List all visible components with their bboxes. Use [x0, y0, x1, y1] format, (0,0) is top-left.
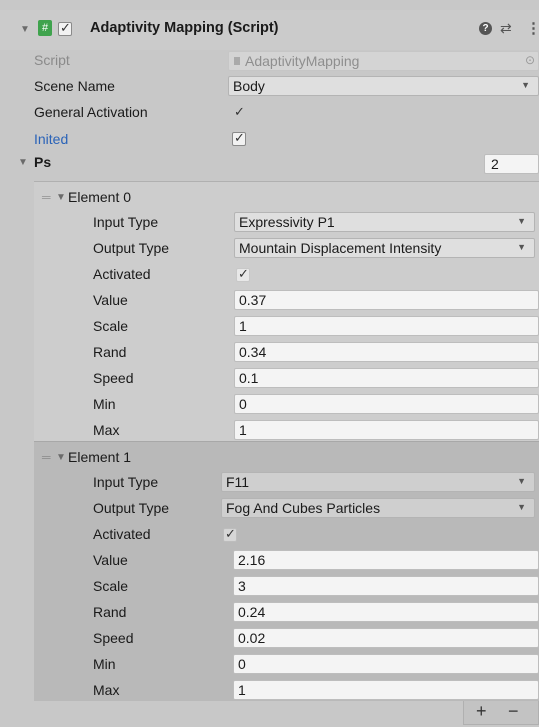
speed-field[interactable]: 0.1	[234, 368, 539, 388]
activated-label: Activated	[93, 266, 151, 282]
script-label: Script	[34, 52, 70, 68]
menu-kebab-icon[interactable]: ⋮	[526, 19, 539, 37]
drag-handle-icon[interactable]: ═	[42, 190, 51, 204]
speed-label: Speed	[93, 630, 134, 646]
input-type-dropdown[interactable]: F11 ▼	[221, 472, 535, 492]
min-field[interactable]: 0	[233, 654, 539, 674]
element-1-block: ═ ▼ Element 1 Input Type F11 ▼ Output Ty…	[34, 441, 539, 702]
activated-checkbox[interactable]: ✓	[223, 526, 237, 542]
component-enabled-checkbox[interactable]: ✓	[58, 20, 72, 36]
drag-handle-icon[interactable]: ═	[42, 450, 51, 464]
input-type-label: Input Type	[93, 474, 159, 490]
scale-field[interactable]: 3	[233, 576, 539, 596]
dropdown-arrow-icon: ▼	[517, 476, 526, 486]
rand-field[interactable]: 0.34	[234, 342, 539, 362]
max-label: Max	[93, 682, 120, 698]
rand-label: Rand	[93, 344, 127, 360]
element-1-header: Element 1	[68, 449, 132, 465]
input-type-label: Input Type	[93, 214, 159, 230]
add-element-button[interactable]: +	[476, 701, 487, 722]
rand-field[interactable]: 0.24	[233, 602, 539, 622]
max-label: Max	[93, 422, 120, 438]
speed-field[interactable]: 0.02	[233, 628, 539, 648]
output-type-dropdown[interactable]: Mountain Displacement Intensity ▼	[234, 238, 535, 258]
input-type-dropdown[interactable]: Expressivity P1 ▼	[234, 212, 535, 232]
inspector-panel: ▼ # ✓ Adaptivity Mapping (Script) ? ⇄ ⋮ …	[0, 0, 539, 727]
element-1-foldout-arrow-icon[interactable]: ▼	[56, 452, 66, 463]
scale-label: Scale	[93, 318, 129, 334]
max-field[interactable]: 1	[233, 680, 539, 700]
foldout-arrow-icon[interactable]: ▼	[20, 24, 30, 35]
script-file-icon	[234, 57, 240, 65]
inited-checkbox[interactable]: ✓	[232, 130, 246, 146]
inited-label: Inited	[34, 131, 69, 147]
ps-foldout-arrow-icon[interactable]: ▼	[18, 157, 28, 168]
dropdown-arrow-icon: ▼	[517, 242, 526, 252]
script-hash-icon: #	[38, 20, 52, 36]
rand-label: Rand	[93, 604, 127, 620]
value-field[interactable]: 0.37	[234, 290, 539, 310]
scene-name-dropdown[interactable]: Body ▼	[228, 76, 539, 96]
min-field[interactable]: 0	[234, 394, 539, 414]
scale-label: Scale	[93, 578, 129, 594]
element-0-header: Element 0	[68, 189, 132, 205]
list-footer-buttons: + −	[463, 701, 539, 725]
script-field[interactable]: AdaptivityMapping ⊙	[228, 51, 539, 71]
value-field[interactable]: 2.16	[233, 550, 539, 570]
component-header[interactable]: ▼ # ✓ Adaptivity Mapping (Script) ? ⇄ ⋮	[0, 10, 539, 50]
activated-label: Activated	[93, 526, 151, 542]
list-footer: + −	[0, 701, 539, 727]
general-activation-label: General Activation	[34, 104, 148, 120]
value-label: Value	[93, 552, 128, 568]
value-label: Value	[93, 292, 128, 308]
dropdown-arrow-icon: ▼	[517, 216, 526, 226]
object-picker-icon[interactable]: ⊙	[525, 52, 535, 69]
speed-label: Speed	[93, 370, 134, 386]
help-icon[interactable]: ?	[479, 22, 492, 35]
dropdown-arrow-icon: ▼	[521, 80, 530, 90]
element-0-block: ═ ▼ Element 0 Input Type Expressivity P1…	[34, 181, 539, 442]
output-type-dropdown[interactable]: Fog And Cubes Particles ▼	[221, 498, 535, 518]
scale-field[interactable]: 1	[234, 316, 539, 336]
output-type-label: Output Type	[93, 500, 170, 516]
output-type-label: Output Type	[93, 240, 170, 256]
ps-size-field[interactable]: 2	[484, 154, 539, 174]
scene-name-label: Scene Name	[34, 78, 115, 94]
min-label: Min	[93, 396, 116, 412]
remove-element-button[interactable]: −	[508, 701, 519, 722]
activated-checkbox[interactable]: ✓	[236, 266, 250, 282]
max-field[interactable]: 1	[234, 420, 539, 440]
element-0-foldout-arrow-icon[interactable]: ▼	[56, 192, 66, 203]
dropdown-arrow-icon: ▼	[517, 502, 526, 512]
general-activation-checkbox[interactable]: ✓	[232, 104, 246, 120]
component-title: Adaptivity Mapping (Script)	[90, 20, 279, 36]
ps-label: Ps	[34, 154, 52, 170]
preset-icon[interactable]: ⇄	[500, 20, 512, 37]
min-label: Min	[93, 656, 116, 672]
